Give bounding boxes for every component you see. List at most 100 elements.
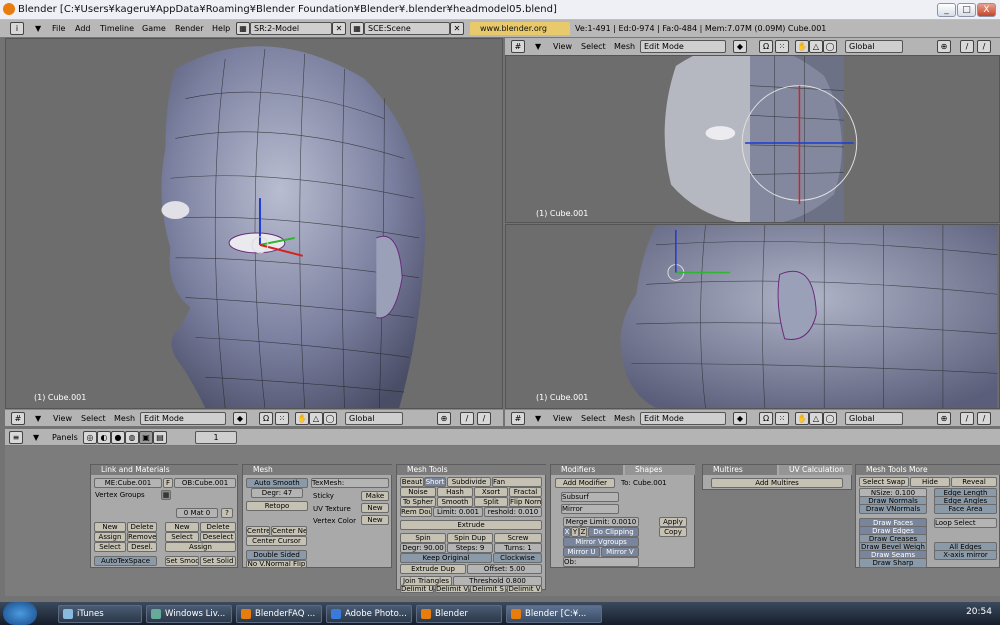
mirror-u-toggle[interactable]: Mirror U	[563, 547, 600, 557]
steps-field[interactable]: Steps: 9	[447, 543, 493, 553]
layer-icon[interactable]: ⊕	[937, 412, 951, 425]
menu-mesh[interactable]: Mesh	[614, 414, 635, 423]
taskbar-item-blenderfaq[interactable]: BlenderFAQ ...	[236, 605, 322, 623]
header-collapse-icon[interactable]: ▼	[535, 42, 541, 51]
vgroup-remove-button[interactable]: Remove	[127, 532, 157, 542]
short-toggle[interactable]: Short	[424, 477, 446, 487]
draw-sharp-toggle[interactable]: Draw Sharp	[859, 558, 927, 568]
viewport-bottom-right[interactable]: (1) Cube.001	[505, 224, 1000, 409]
limit-field[interactable]: Limit: 0.001	[433, 507, 483, 517]
mirror-z-toggle[interactable]: Z	[579, 527, 587, 537]
tab-modifiers[interactable]: Modifiers	[551, 465, 623, 475]
draw-vnormals-toggle[interactable]: Draw VNormals	[859, 504, 927, 514]
material-new-button[interactable]: New	[165, 522, 199, 532]
spin-button[interactable]: Spin	[400, 533, 446, 543]
edit-icon[interactable]: /	[977, 40, 991, 53]
retopo-toggle[interactable]: Retopo	[246, 501, 308, 511]
extrude-button[interactable]: Extrude	[400, 520, 542, 530]
object-context-icon[interactable]: ◍	[125, 431, 139, 444]
start-button-icon[interactable]	[3, 602, 37, 625]
menu-game[interactable]: Game	[142, 24, 166, 33]
scene-selector[interactable]: SCE:Scene	[364, 22, 450, 35]
menu-help[interactable]: Help	[212, 24, 230, 33]
material-delete-button[interactable]: Delete	[200, 522, 236, 532]
mirror-object-field[interactable]: Ob:	[563, 557, 639, 567]
view3d-editor-icon[interactable]: #	[511, 412, 525, 425]
vertex-color-new-button[interactable]: New	[361, 515, 389, 525]
edit-icon[interactable]: /	[977, 412, 991, 425]
viewport-top-right[interactable]: (1) Cube.001	[505, 55, 1000, 223]
scale-icon[interactable]: ◯	[823, 40, 837, 53]
script-context-icon[interactable]: ◐	[97, 431, 111, 444]
mirror-vgroups-toggle[interactable]: Mirror Vgroups	[563, 537, 639, 547]
view3d-editor-icon[interactable]: #	[11, 412, 25, 425]
draw-type-icon[interactable]: ◆	[233, 412, 247, 425]
no-vnormal-flip-toggle[interactable]: No V.Normal Flip	[246, 560, 307, 568]
material-assign-button[interactable]: Assign	[165, 542, 236, 552]
minimize-button[interactable]: _	[937, 3, 956, 17]
menu-select[interactable]: Select	[581, 414, 606, 423]
header-collapse-icon[interactable]: ▼	[35, 24, 41, 33]
x-axis-mirror-toggle[interactable]: X-axis mirror	[934, 550, 997, 560]
menu-select[interactable]: Select	[81, 414, 106, 423]
material-deselect-button[interactable]: Deselect	[200, 532, 236, 542]
hand-icon[interactable]: ✋	[795, 412, 809, 425]
layer-icon[interactable]: ⊕	[437, 412, 451, 425]
editing-context-icon[interactable]: ▣	[139, 431, 153, 444]
double-sided-toggle[interactable]: Double Sided	[246, 550, 307, 560]
hide-button[interactable]: Hide	[910, 477, 950, 487]
logic-context-icon[interactable]: ◎	[83, 431, 97, 444]
noise-button[interactable]: Noise	[400, 487, 436, 497]
screw-button[interactable]: Screw	[494, 533, 542, 543]
vgroup-select-button[interactable]: Select	[94, 542, 126, 552]
vgroup-delete-button[interactable]: Delete	[127, 522, 157, 532]
screen-selector[interactable]: SR:2-Model	[250, 22, 332, 35]
fake-user-toggle[interactable]: F	[163, 478, 173, 488]
buttons-editor-icon[interactable]: ≡	[9, 431, 23, 444]
extrude-dup-button[interactable]: Extrude Dup	[400, 564, 466, 574]
menu-add[interactable]: Add	[75, 24, 91, 33]
face-area-toggle[interactable]: Face Area	[934, 504, 997, 514]
copy-modifier-button[interactable]: Copy	[659, 527, 687, 537]
screen-browse-icon[interactable]: ▦	[236, 22, 250, 35]
menu-mesh[interactable]: Mesh	[614, 42, 635, 51]
hash-button[interactable]: Hash	[437, 487, 473, 497]
scale-icon[interactable]: ◯	[323, 412, 337, 425]
vgroup-new-button[interactable]: New	[94, 522, 126, 532]
taskbar-item-itunes[interactable]: iTunes	[58, 605, 142, 623]
rotate-icon[interactable]: △	[809, 412, 823, 425]
rotate-icon[interactable]: △	[309, 412, 323, 425]
draw-type-icon[interactable]: ◆	[733, 412, 747, 425]
degree-field[interactable]: Degr: 90.00	[400, 543, 446, 553]
pivot-icon[interactable]: Ω	[759, 412, 773, 425]
mode-select[interactable]: Edit Mode	[140, 412, 226, 425]
set-smooth-button[interactable]: Set Smoo	[165, 556, 199, 566]
viewport-left[interactable]: (1) Cube.001	[5, 38, 503, 409]
mode-select[interactable]: Edit Mode	[640, 40, 726, 53]
add-modifier-button[interactable]: Add Modifier	[555, 478, 615, 488]
orientation-select[interactable]: Global	[845, 412, 903, 425]
draw-type-icon[interactable]: ◆	[733, 40, 747, 53]
delimit-s-toggle[interactable]: Delimit S	[470, 585, 506, 593]
subsurf-modifier[interactable]: Subsurf	[561, 492, 619, 502]
autotexspace-toggle[interactable]: AutoTexSpace	[94, 556, 157, 566]
merge-limit-field[interactable]: Merge Limit: 0.0010	[563, 517, 639, 527]
to-sphere-button[interactable]: To Spher	[400, 497, 436, 507]
set-solid-button[interactable]: Set Solid	[200, 556, 236, 566]
scene-context-icon[interactable]: ▤	[153, 431, 167, 444]
spin-dup-button[interactable]: Spin Dup	[447, 533, 493, 543]
object-datablock-field[interactable]: OB:Cube.001	[174, 478, 236, 488]
vgroup-assign-button[interactable]: Assign	[94, 532, 126, 542]
render-icon[interactable]: /	[460, 412, 474, 425]
material-help-button[interactable]: ?	[221, 508, 233, 518]
delimit-v-toggle[interactable]: Delimit V	[435, 585, 469, 593]
do-clipping-toggle[interactable]: Do Clipping	[588, 527, 639, 537]
menu-mesh[interactable]: Mesh	[114, 414, 135, 423]
menu-view[interactable]: View	[553, 42, 572, 51]
vertex-group-browse[interactable]: ▦	[161, 490, 171, 500]
vgroup-deselect-button[interactable]: Desel.	[127, 542, 157, 552]
flip-normals-button[interactable]: Flip Norm	[509, 497, 542, 507]
scene-browse-icon[interactable]: ▦	[350, 22, 364, 35]
pivot-icon[interactable]: Ω	[259, 412, 273, 425]
split-button[interactable]: Split	[474, 497, 508, 507]
